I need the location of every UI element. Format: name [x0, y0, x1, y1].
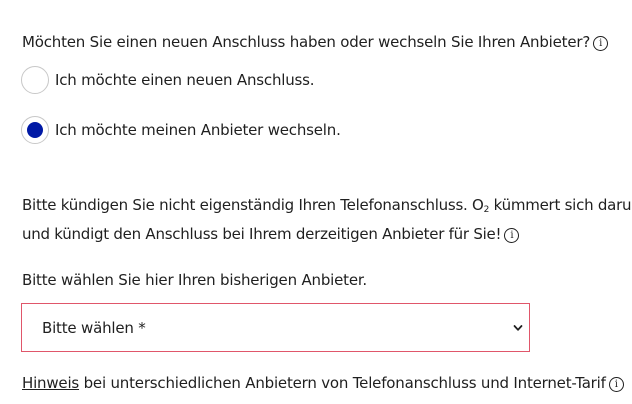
provider-select-value: Bitte wählen *: [42, 318, 146, 337]
question-label: Möchten Sie einen neuen Anschluss haben …: [22, 33, 591, 51]
provider-select[interactable]: Bitte wählen *: [21, 303, 530, 352]
hint-description: bei unterschiedlichen Anbietern von Tele…: [79, 374, 606, 392]
notice-part: und kündigt den Anschluss bei Ihrem derz…: [22, 225, 502, 243]
option-switch-provider[interactable]: Ich möchte meinen Anbieter wechseln.: [21, 116, 341, 144]
info-icon[interactable]: i: [504, 228, 520, 243]
info-icon[interactable]: i: [593, 36, 609, 51]
provider-label: Bitte wählen Sie hier Ihren bisherigen A…: [22, 271, 368, 289]
radio-new-connection[interactable]: [21, 66, 49, 94]
info-icon[interactable]: i: [608, 377, 624, 392]
notice-line-1: Bitte kündigen Sie nicht eigenständig Ih…: [22, 193, 632, 222]
notice-line-2: und kündigt den Anschluss bei Ihrem derz…: [22, 222, 622, 246]
option-label: Ich möchte meinen Anbieter wechseln.: [55, 121, 341, 139]
radio-switch-provider[interactable]: [21, 116, 49, 144]
notice-text: Bitte kündigen Sie nicht eigenständig Ih…: [22, 193, 632, 246]
radio-selected-dot: [27, 122, 43, 138]
question-text: Möchten Sie einen neuen Anschluss haben …: [22, 33, 609, 51]
hint-text: Hinweis bei unterschiedlichen Anbietern …: [22, 374, 624, 392]
chevron-down-icon: [513, 324, 523, 331]
hint-link[interactable]: Hinweis: [22, 374, 79, 392]
option-label: Ich möchte einen neuen Anschluss.: [55, 71, 315, 89]
option-new-connection[interactable]: Ich möchte einen neuen Anschluss.: [21, 66, 315, 94]
notice-part: Bitte kündigen Sie nicht eigenständig Ih…: [22, 196, 484, 214]
notice-part: kümmert sich darum: [489, 196, 632, 214]
